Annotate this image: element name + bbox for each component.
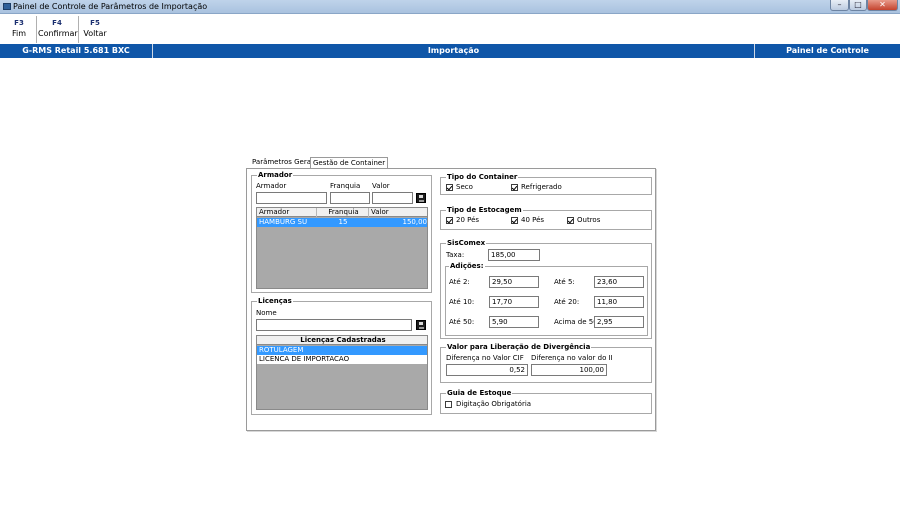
confirmar-label: Confirmar <box>38 29 78 38</box>
licencas-group: Licenças Nome Licenças Cadastradas ROTUL… <box>251 297 432 415</box>
licencas-table-header: Licenças Cadastradas <box>257 336 427 345</box>
nome-input[interactable] <box>256 319 412 331</box>
header-module: Importação <box>427 46 480 55</box>
close-button[interactable]: ✕ <box>867 0 898 11</box>
siscomex-group: SisComex Taxa: 185,00 Adições: Até 2: 29… <box>440 239 652 339</box>
fim-label: Fim <box>11 29 27 38</box>
app-icon <box>3 3 11 10</box>
row-armador: HAMBURG SU <box>259 218 308 226</box>
ii-input[interactable]: 100,00 <box>531 364 607 376</box>
digitacao-obrigatoria-label: Digitação Obrigatória <box>456 400 532 408</box>
maximize-button[interactable]: □ <box>849 0 867 11</box>
toolbar-separator <box>36 16 37 43</box>
tipo-estocagem-title: Tipo de Estocagem <box>446 206 523 215</box>
toolbar-separator <box>78 16 79 43</box>
valor-input[interactable] <box>372 192 413 204</box>
40-pes-checkbox[interactable] <box>511 217 518 224</box>
siscomex-title: SisComex <box>446 239 487 248</box>
seco-checkbox[interactable] <box>446 184 453 191</box>
refrigerado-label: Refrigerado <box>521 183 562 191</box>
seco-label: Seco <box>456 183 473 191</box>
licencas-table: Licenças Cadastradas ROTULAGEM LICENCA D… <box>256 335 428 410</box>
col-valor: Valor <box>369 208 427 217</box>
toolbar: F3 Fim F4 Confirmar F5 Voltar <box>0 14 900 44</box>
armador-table: Armador Franquia Valor HAMBURG SU 15 150… <box>256 207 428 289</box>
tipo-container-title: Tipo do Container <box>446 173 519 182</box>
tipo-estocagem-group: Tipo de Estocagem 20 Pés 40 Pés Outros <box>440 206 652 230</box>
save-licenca-icon[interactable] <box>416 320 426 330</box>
guia-estoque-title: Guia de Estoque <box>446 389 513 398</box>
ii-label: Diferença no valor do II <box>531 354 613 362</box>
taxa-input[interactable]: 185,00 <box>488 249 540 261</box>
adicoes-title: Adições: <box>449 262 485 271</box>
tipo-container-group: Tipo do Container Seco Refrigerado <box>440 173 652 195</box>
header-product: G-RMS Retail 5.681 BXC <box>22 46 130 55</box>
ate-5-label: Até 5: <box>554 278 575 286</box>
window-title: Painel de Controle de Parâmetros de Impo… <box>13 2 208 11</box>
table-row[interactable]: HAMBURG SU 15 150,00 <box>257 218 428 227</box>
cif-input[interactable]: 0,52 <box>446 364 528 376</box>
armador-title: Armador <box>257 171 294 180</box>
20-pes-checkbox[interactable] <box>446 217 453 224</box>
tab-gestao-container[interactable]: Gestão de Container <box>310 157 389 168</box>
header-screen: Painel de Controle <box>786 46 869 55</box>
col-armador: Armador <box>257 208 317 217</box>
ate-10-input[interactable]: 17,70 <box>489 296 539 308</box>
row-valor: 150,00 <box>402 218 428 226</box>
valor-label: Valor <box>372 182 390 190</box>
ate-50-input[interactable]: 5,90 <box>489 316 539 328</box>
header-bar: G-RMS Retail 5.681 BXC Importação Painel… <box>0 44 900 58</box>
nome-label: Nome <box>256 309 277 317</box>
outros-checkbox[interactable] <box>567 217 574 224</box>
armador-table-header: Armador Franquia Valor <box>257 208 427 217</box>
acima-50-input[interactable]: 2,95 <box>594 316 644 328</box>
franquia-label: Franquia <box>330 182 361 190</box>
save-armador-icon[interactable] <box>416 193 426 203</box>
taxa-label: Taxa: <box>446 251 465 259</box>
20-pes-label: 20 Pés <box>456 216 480 224</box>
franquia-input[interactable] <box>330 192 370 204</box>
cif-label: Diferença no Valor CIF <box>446 354 524 362</box>
tab-parametros-gerais[interactable]: Parâmetros Gerais <box>252 157 317 168</box>
digitacao-obrigatoria-checkbox[interactable] <box>445 401 452 408</box>
fim-key: F3 <box>14 19 24 27</box>
confirmar-key: F4 <box>52 19 62 27</box>
divergencia-title: Valor para Liberação de Divergência <box>446 343 592 352</box>
armador-input[interactable] <box>256 192 327 204</box>
voltar-label: Voltar <box>83 29 107 38</box>
ate-2-input[interactable]: 29,50 <box>489 276 539 288</box>
ate-20-input[interactable]: 11,80 <box>594 296 644 308</box>
guia-estoque-group: Guia de Estoque Digitação Obrigatória <box>440 389 652 414</box>
40-pes-label: 40 Pés <box>521 216 545 224</box>
armador-label: Armador <box>256 182 287 190</box>
row-franquia: 15 <box>338 218 348 226</box>
window-titlebar: Painel de Controle de Parâmetros de Impo… <box>0 0 900 14</box>
list-item[interactable]: LICENCA DE IMPORTACAO <box>257 355 427 364</box>
divergencia-group: Valor para Liberação de Divergência Dife… <box>440 343 652 383</box>
outros-label: Outros <box>577 216 601 224</box>
col-franquia: Franquia <box>317 208 369 217</box>
ate-50-label: Até 50: <box>449 318 475 326</box>
fim-button[interactable]: F3 Fim <box>8 18 30 39</box>
armador-group: Armador Armador Franquia Valor Armador F… <box>251 171 432 293</box>
list-item[interactable]: ROTULAGEM <box>257 346 427 355</box>
refrigerado-checkbox[interactable] <box>511 184 518 191</box>
licencas-title: Licenças <box>257 297 293 306</box>
voltar-key: F5 <box>90 19 100 27</box>
tab-panel: Armador Armador Franquia Valor Armador F… <box>246 168 656 431</box>
voltar-button[interactable]: F5 Voltar <box>82 18 108 39</box>
ate-5-input[interactable]: 23,60 <box>594 276 644 288</box>
adicoes-group: Adições: Até 2: 29,50 Até 5: 23,60 Até 1… <box>445 262 648 336</box>
ate-2-label: Até 2: <box>449 278 470 286</box>
minimize-button[interactable]: – <box>830 0 849 11</box>
ate-10-label: Até 10: <box>449 298 475 306</box>
ate-20-label: Até 20: <box>554 298 580 306</box>
confirmar-button[interactable]: F4 Confirmar <box>38 18 78 39</box>
